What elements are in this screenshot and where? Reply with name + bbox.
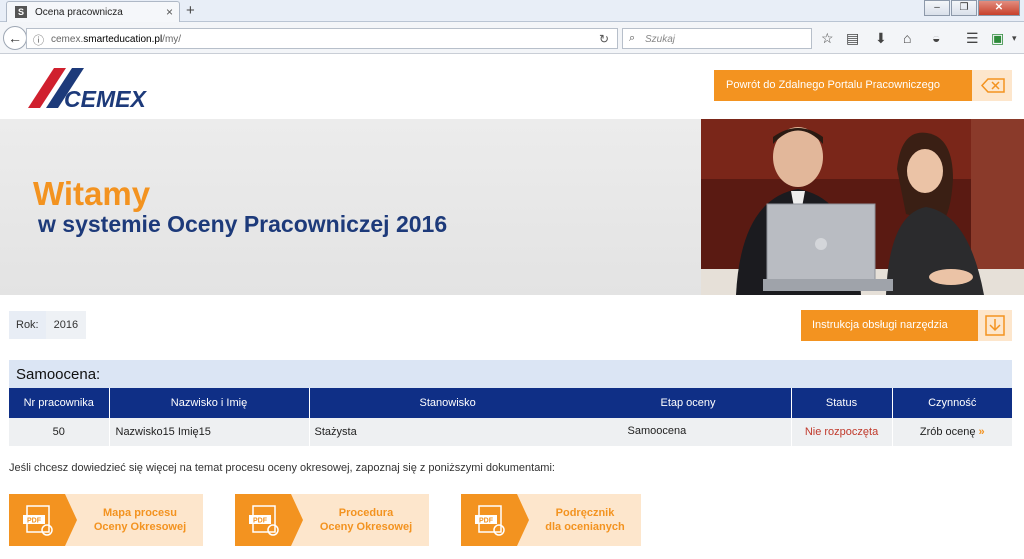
- instruction-button[interactable]: Instrukcja obsługi narzędzia: [801, 310, 1012, 341]
- address-bar[interactable]: ⓘ cemex.smarteducation.pl/my/ ↻: [26, 28, 618, 49]
- welcome-subtitle: w systemie Oceny Pracowniczej 2016: [38, 211, 448, 237]
- svg-text:PDF: PDF: [27, 518, 42, 525]
- extension-icon[interactable]: ▣: [991, 30, 1004, 47]
- employee-name-cell: Nazwisko15 Imię15: [109, 418, 310, 446]
- restore-button[interactable]: ❐: [951, 0, 977, 16]
- instruction-label: Instrukcja obsługi narzędzia: [812, 319, 948, 331]
- do-assessment-link[interactable]: Zrób ocenę»: [920, 426, 985, 438]
- pdf-icon: PDF: [461, 494, 529, 546]
- download-icon[interactable]: ⬇: [875, 30, 887, 47]
- column-header-status: Status: [791, 388, 893, 418]
- browser-tab-bar: S Ocena pracownicza × + – ❐ ✕: [0, 0, 1024, 22]
- action-cell: Zrób ocenę»: [892, 418, 1012, 446]
- search-input[interactable]: ⌕ Szukaj: [622, 28, 812, 49]
- section-title-text: Samoocena:: [16, 366, 101, 383]
- download-box-icon: [978, 310, 1012, 341]
- back-to-portal-button[interactable]: Powrót do Zdalnego Portalu Pracowniczego: [714, 70, 1012, 101]
- column-header-position-stage: Stanowisko Etap oceny: [309, 388, 792, 418]
- year-value[interactable]: 2016: [45, 311, 87, 339]
- reload-icon[interactable]: ↻: [599, 32, 609, 46]
- column-header-name: Nazwisko i Imię: [109, 388, 310, 418]
- year-label: Rok:: [16, 319, 39, 331]
- browser-tab[interactable]: S Ocena pracownicza ×: [6, 1, 180, 22]
- search-placeholder: Szukaj: [645, 34, 676, 45]
- pocket-icon[interactable]: ◒: [932, 30, 940, 46]
- column-header-position: Stanowisko: [419, 397, 476, 409]
- extension-dropdown-icon[interactable]: ▾: [1012, 33, 1017, 44]
- tab-close-icon[interactable]: ×: [166, 5, 173, 19]
- table-row: 50 Nazwisko15 Imię15 Stażysta Samoocena …: [9, 418, 1012, 446]
- minimize-button[interactable]: –: [924, 0, 950, 16]
- window-close-button[interactable]: ✕: [978, 0, 1020, 16]
- url-text: cemex.smarteducation.pl/my/: [51, 34, 182, 45]
- self-assessment-section-title: Samoocena:: [9, 360, 1012, 388]
- browser-nav-bar: ← ⓘ cemex.smarteducation.pl/my/ ↻ ⌕ Szuk…: [0, 22, 1024, 54]
- window-controls: – ❐ ✕: [923, 0, 1020, 16]
- stage-cell: Samoocena: [627, 425, 687, 437]
- back-arrow-icon[interactable]: ←: [3, 26, 27, 50]
- info-icon[interactable]: ⓘ: [33, 32, 44, 48]
- search-icon: ⌕: [629, 32, 636, 44]
- tab-title: Ocena pracownicza: [35, 7, 123, 18]
- svg-text:PDF: PDF: [479, 518, 494, 525]
- cemex-logo: CEMEX: [28, 68, 147, 110]
- document-process-map-button[interactable]: PDF Mapa procesu Oceny Okresowej: [9, 494, 203, 546]
- column-header-action: Czynność: [892, 388, 1012, 418]
- column-header-employee-number: Nr pracownika: [9, 388, 110, 418]
- position-stage-cell: Stażysta Samoocena: [309, 418, 792, 446]
- new-tab-button[interactable]: +: [186, 2, 195, 19]
- status-badge: Nie rozpoczęta: [804, 426, 879, 438]
- home-icon[interactable]: ⌂: [903, 30, 911, 46]
- banner-photo: [701, 119, 1024, 295]
- back-to-portal-label: Powrót do Zdalnego Portalu Pracowniczego: [726, 79, 941, 91]
- document-label: Podręcznik dla ocenianych: [545, 507, 625, 533]
- close-x-icon: [972, 70, 1012, 101]
- document-handbook-button[interactable]: PDF Podręcznik dla ocenianych: [461, 494, 641, 546]
- position-cell: Stażysta: [314, 426, 357, 438]
- menu-icon[interactable]: ☰: [966, 30, 979, 47]
- star-icon[interactable]: ☆: [821, 30, 834, 47]
- svg-text:PDF: PDF: [253, 518, 268, 525]
- documents-info-text: Jeśli chcesz dowiedzieć się więcej na te…: [9, 462, 555, 474]
- double-chevron-right-icon: »: [978, 426, 985, 438]
- assessment-table: Nr pracownika Nazwisko i Imię Stanowisko…: [9, 388, 1012, 446]
- document-procedure-button[interactable]: PDF Procedura Oceny Okresowej: [235, 494, 429, 546]
- column-header-stage: Etap oceny: [660, 397, 716, 409]
- reading-list-icon[interactable]: ▤: [846, 30, 859, 47]
- status-cell: Nie rozpoczęta: [791, 418, 893, 446]
- document-label: Procedura Oceny Okresowej: [319, 507, 413, 533]
- site-favicon-icon: S: [15, 6, 27, 18]
- pdf-icon: PDF: [235, 494, 303, 546]
- welcome-banner: Witamy w systemie Oceny Pracowniczej 201…: [0, 119, 1024, 295]
- table-header-row: Nr pracownika Nazwisko i Imię Stanowisko…: [9, 388, 1012, 418]
- document-label: Mapa procesu Oceny Okresowej: [93, 507, 187, 533]
- welcome-heading: Witamy: [33, 175, 151, 212]
- employee-number-cell: 50: [9, 418, 110, 446]
- svg-text:CEMEX: CEMEX: [64, 86, 147, 110]
- pdf-icon: PDF: [9, 494, 77, 546]
- year-selector: Rok: 2016: [9, 311, 87, 339]
